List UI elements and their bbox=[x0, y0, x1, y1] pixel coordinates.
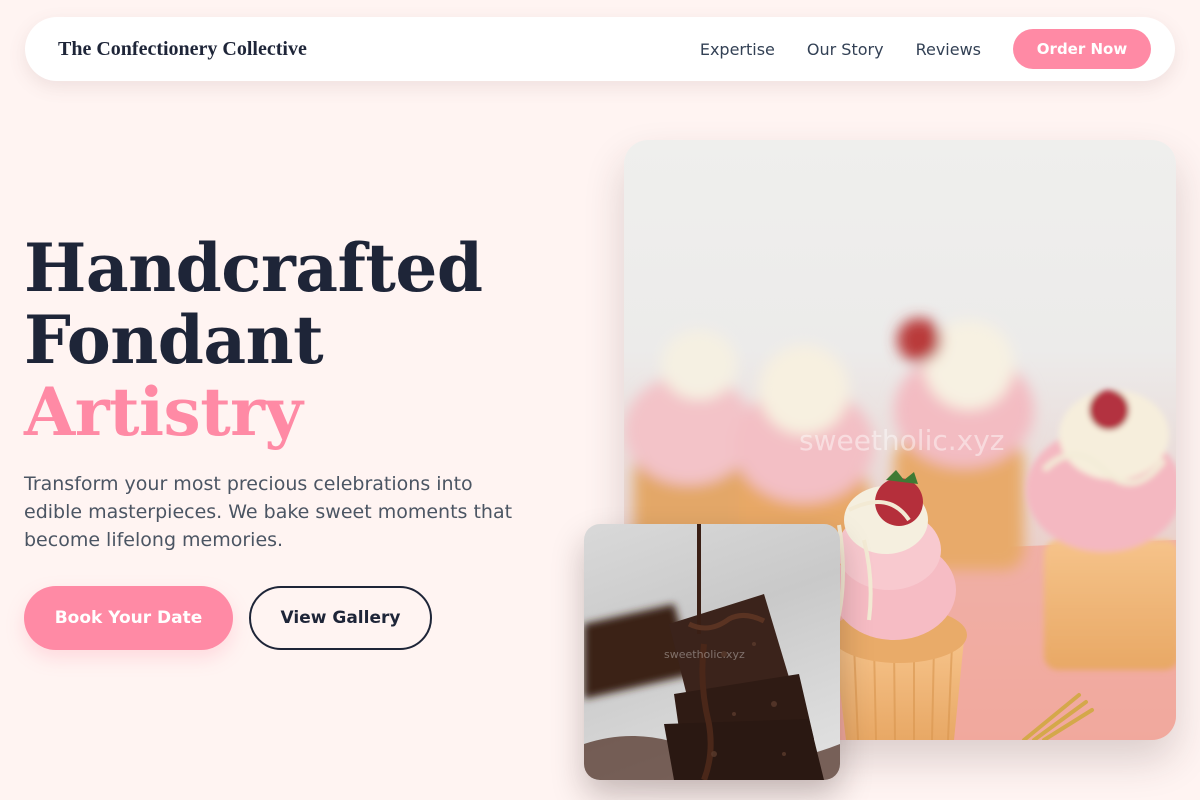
main-watermark: sweetholic.xyz bbox=[799, 424, 1005, 457]
hero-headline: Handcrafted Fondant Artistry bbox=[24, 232, 584, 448]
navbar: The Confectionery Collective Expertise O… bbox=[25, 17, 1175, 81]
brownie-image: sweetholic.xyz bbox=[584, 524, 840, 780]
order-now-button[interactable]: Order Now bbox=[1013, 29, 1151, 69]
headline-line-1: Handcrafted bbox=[24, 229, 483, 307]
small-watermark: sweetholic.xyz bbox=[664, 648, 745, 661]
headline-line-2: Fondant bbox=[24, 301, 324, 379]
headline-accent: Artistry bbox=[24, 373, 303, 451]
brownie-illustration: sweetholic.xyz bbox=[584, 524, 840, 780]
nav-links: Expertise Our Story Reviews Order Now bbox=[700, 29, 1151, 69]
book-your-date-button[interactable]: Book Your Date bbox=[24, 586, 233, 650]
hero-description: Transform your most precious celebration… bbox=[24, 473, 513, 551]
brand-name[interactable]: The Confectionery Collective bbox=[58, 38, 700, 61]
nav-link-reviews[interactable]: Reviews bbox=[916, 40, 981, 59]
nav-link-expertise[interactable]: Expertise bbox=[700, 40, 775, 59]
view-gallery-button[interactable]: View Gallery bbox=[249, 586, 432, 650]
nav-link-our-story[interactable]: Our Story bbox=[807, 40, 884, 59]
